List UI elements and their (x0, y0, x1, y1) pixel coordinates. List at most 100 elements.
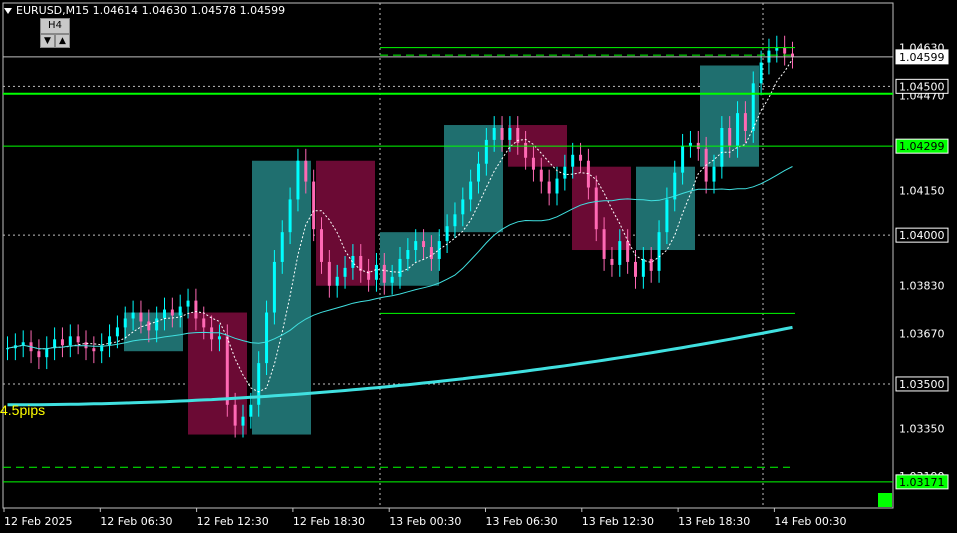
candle-body (626, 241, 630, 262)
pips-annotation: 4.5pips (0, 402, 46, 418)
candle-body (68, 336, 72, 346)
ohlc-values: 1.04614 1.04630 1.04578 1.04599 (92, 4, 286, 17)
candle-body (563, 166, 567, 179)
candle-body (586, 160, 590, 188)
plot-frame (2, 2, 894, 509)
candle-body (508, 128, 512, 140)
candle-body (751, 83, 755, 131)
timeframe-down-button[interactable]: ▼ (40, 34, 55, 48)
candle-body (210, 327, 214, 340)
candle-body (641, 258, 645, 277)
candle-body (414, 241, 418, 251)
candle-body (594, 187, 598, 230)
time-axis-label: 13 Feb 18:30 (678, 515, 750, 528)
time-axis-label: 13 Feb 00:30 (389, 515, 461, 528)
candle-body (657, 232, 661, 271)
price-axis-label: 1.04150 (899, 185, 945, 198)
candle-body (492, 128, 496, 140)
candle-body (720, 128, 724, 167)
timeframe-widget: H4 ▼ ▲ (38, 18, 70, 48)
candle-body (429, 247, 433, 259)
symbol-label: EURUSD,M15 (16, 4, 90, 17)
collapse-triangle-icon[interactable] (4, 8, 12, 14)
candle-body (728, 128, 732, 146)
candle-body (296, 160, 300, 200)
candle-body (547, 181, 551, 194)
candle-body (783, 47, 787, 54)
candle-body (602, 229, 606, 259)
candle-body (343, 267, 347, 277)
chart-area[interactable]: 1.046301.045991.044701.045001.043101.042… (0, 0, 957, 533)
time-axis-label: 12 Feb 12:30 (197, 515, 269, 528)
candle-body (312, 181, 316, 230)
candle-body (265, 312, 269, 364)
candle-body (437, 241, 441, 259)
timeframe-label: H4 (40, 18, 70, 34)
candle-body (453, 214, 457, 227)
candle-body (60, 339, 64, 346)
candle-body (233, 404, 237, 426)
candle-body (382, 264, 386, 283)
candle-body (406, 250, 410, 259)
candle-body (390, 276, 394, 283)
price-chart[interactable]: 1.046301.045991.044701.045001.043101.042… (0, 0, 957, 533)
candle-body (579, 154, 583, 161)
candle-body (288, 199, 292, 233)
candle-body (280, 232, 284, 262)
candle-body (618, 241, 622, 265)
candle-body (500, 128, 504, 140)
candle-body (743, 113, 747, 131)
price-axis-label: 1.03350 (899, 423, 945, 436)
price-axis-label: 1.04000 (899, 229, 945, 242)
candle-body (531, 157, 535, 170)
level-marker[interactable] (878, 493, 892, 507)
candle-body (469, 181, 473, 200)
candle-body (359, 255, 363, 271)
h4-candle-box (572, 166, 631, 251)
candle-body (37, 351, 41, 358)
time-axis-label: 12 Feb 06:30 (100, 515, 172, 528)
candle-body (108, 336, 112, 346)
candle-body (225, 336, 229, 405)
time-axis-label: 13 Feb 06:30 (486, 515, 558, 528)
candle-body (665, 199, 669, 233)
candle-body (374, 264, 378, 280)
candle-body (139, 312, 143, 322)
candle-body (147, 321, 151, 331)
price-axis-label: 1.03171 (899, 476, 945, 489)
time-axis-label: 14 Feb 00:30 (774, 515, 846, 528)
candle-body (539, 169, 543, 182)
candle-body (445, 226, 449, 242)
h4-candle-box (188, 312, 247, 435)
candle-body (92, 348, 96, 352)
candle-body (194, 300, 198, 319)
candle-body (477, 163, 480, 182)
candle-body (335, 276, 339, 286)
price-axis-label: 1.03670 (899, 327, 945, 340)
candle-body (688, 142, 692, 146)
candle-body (131, 312, 135, 319)
candle-body (76, 336, 80, 343)
candle-body (186, 300, 190, 307)
candle-body (712, 166, 716, 182)
candle-body (681, 145, 685, 173)
candle-body (327, 261, 331, 286)
candle-body (217, 336, 221, 340)
candle-body (202, 318, 206, 328)
candle-body (123, 318, 127, 328)
candle-body (45, 348, 49, 358)
candle-body (163, 309, 166, 319)
candle-body (170, 309, 174, 316)
price-axis-label: 1.04299 (899, 140, 945, 153)
timeframe-up-button[interactable]: ▲ (55, 34, 70, 48)
candle-body (649, 258, 653, 271)
candle-body (155, 318, 159, 331)
chart-header: EURUSD,M15 1.04614 1.04630 1.04578 1.045… (4, 4, 285, 17)
candle-body (241, 416, 245, 426)
candle-body (610, 258, 614, 265)
candle-body (791, 53, 794, 57)
candle-body (461, 199, 465, 215)
time-axis-label: 12 Feb 2025 (4, 515, 72, 528)
candle-body (272, 261, 276, 313)
price-axis-label: 1.04599 (899, 51, 945, 64)
